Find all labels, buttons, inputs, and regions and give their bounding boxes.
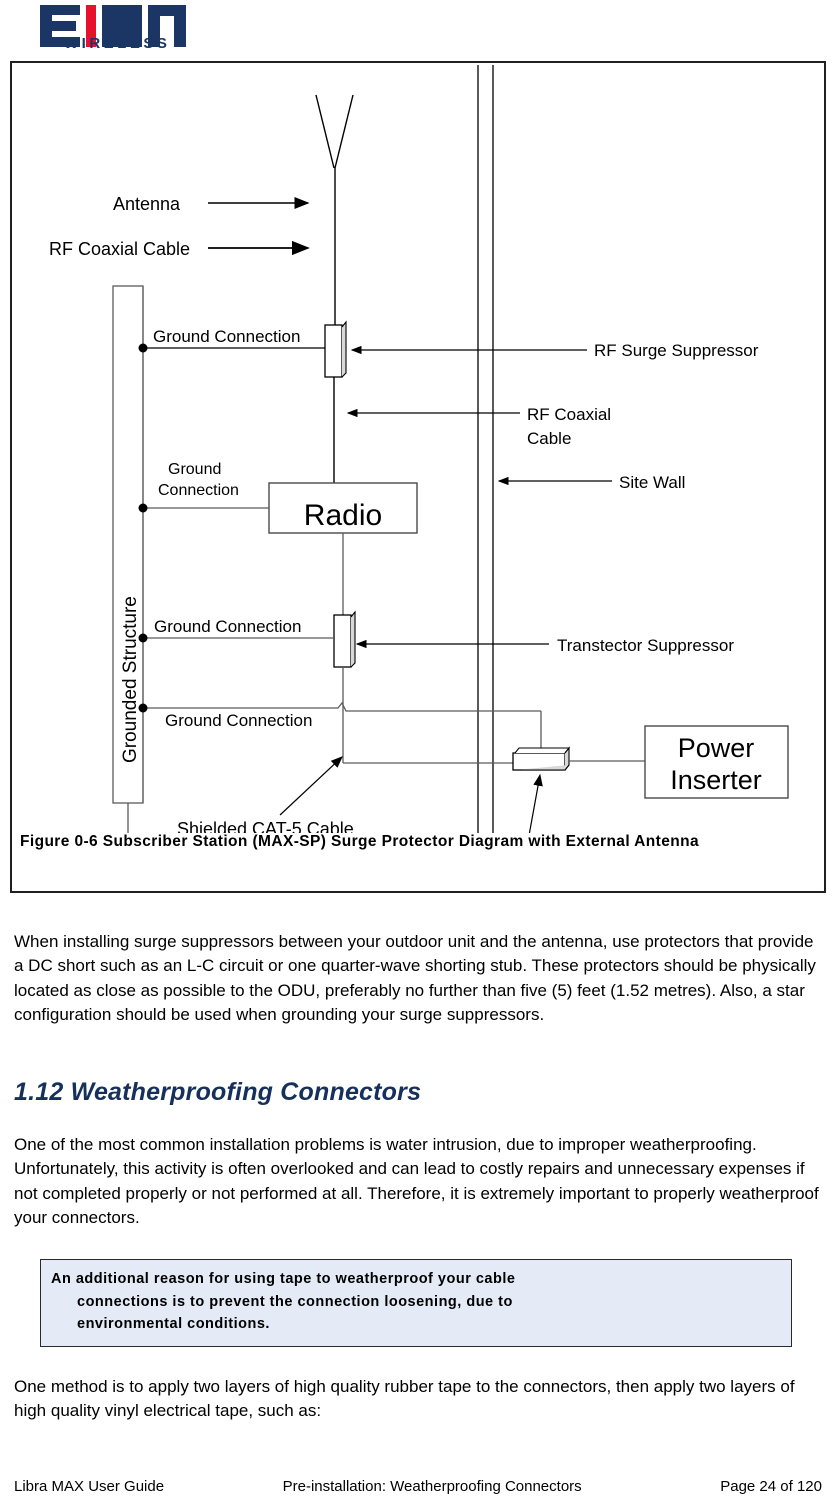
surge-protector-diagram: Antenna RF Coaxial Cable Ground Connecti… xyxy=(49,65,789,833)
label-radio: Radio xyxy=(304,499,382,532)
label-ground-connection-3: Ground Connection xyxy=(154,617,301,636)
antenna-element-left xyxy=(315,94,335,169)
figure-caption: Figure 0-6 Subscriber Station (MAX-SP) S… xyxy=(20,833,699,850)
label-rf-coaxial-cable-left: RF Coaxial Cable xyxy=(49,239,190,259)
antenna-element-right xyxy=(334,94,354,169)
footer-right-page-number: Page 24 of 120 xyxy=(720,1478,822,1495)
logo-subtitle: WIRELESS xyxy=(64,35,171,52)
ground-connection-line-4 xyxy=(143,701,541,712)
footer-left-guide-title: Libra MAX User Guide xyxy=(14,1478,165,1495)
rf-surge-suppressor-body xyxy=(324,324,343,378)
note-line-2: connections is to prevent the connection… xyxy=(77,1293,513,1310)
label-rf-coaxial-cable-line1: RF Coaxial xyxy=(527,405,611,424)
label-rf-surge-suppressor: RF Surge Suppressor xyxy=(594,341,759,360)
label-site-wall: Site Wall xyxy=(619,473,685,492)
label-ground-connection-4: Ground Connection xyxy=(165,711,312,730)
note-line-1: An additional reason for using tape to w… xyxy=(51,1271,516,1287)
paragraph-water-intrusion: One of the most common installation prob… xyxy=(14,1135,819,1228)
label-power-inserter-line2: Inserter xyxy=(670,765,762,795)
shielded-cat5-callout xyxy=(279,756,343,816)
rf-surge-suppressor-side xyxy=(341,320,347,378)
label-grounded-structure: Grounded Structure xyxy=(120,596,141,763)
transtector-suppressor-body xyxy=(333,614,352,668)
footer-center-section: Pre-installation: Weatherproofing Connec… xyxy=(282,1478,582,1495)
label-rf-coaxial-cable-line2: Cable xyxy=(527,429,571,448)
label-power-inserter-line1: Power xyxy=(678,733,755,763)
note-line-3: environmental conditions. xyxy=(77,1316,270,1332)
paragraph-tape-method: One method is to apply two layers of hig… xyxy=(14,1377,795,1421)
ground-node-2 xyxy=(138,503,148,513)
surge-suppressor-top xyxy=(514,747,571,754)
label-antenna: Antenna xyxy=(113,194,181,214)
ground-node-1 xyxy=(138,343,148,353)
section-heading-weatherproofing-connectors: 1.12 Weatherproofing Connectors xyxy=(14,1078,422,1106)
label-ground-connection-2-line2: Connection xyxy=(158,482,239,499)
transtector-suppressor-side xyxy=(350,610,356,668)
label-transtector-suppressor: Transtector Suppressor xyxy=(557,636,734,655)
figure-container: Antenna RF Coaxial Cable Ground Connecti… xyxy=(10,61,826,893)
label-ground-connection-1: Ground Connection xyxy=(153,327,300,346)
note-box: An additional reason for using tape to w… xyxy=(40,1259,792,1347)
paragraph-surge-suppressors: When installing surge suppressors betwee… xyxy=(14,932,816,1025)
label-ground-connection-2-line1: Ground xyxy=(168,461,221,478)
eion-wireless-logo: WIRELESS xyxy=(38,2,188,56)
surge-suppressor-callout xyxy=(528,773,543,833)
page-footer: Libra MAX User Guide Pre-installation: W… xyxy=(14,1478,822,1495)
